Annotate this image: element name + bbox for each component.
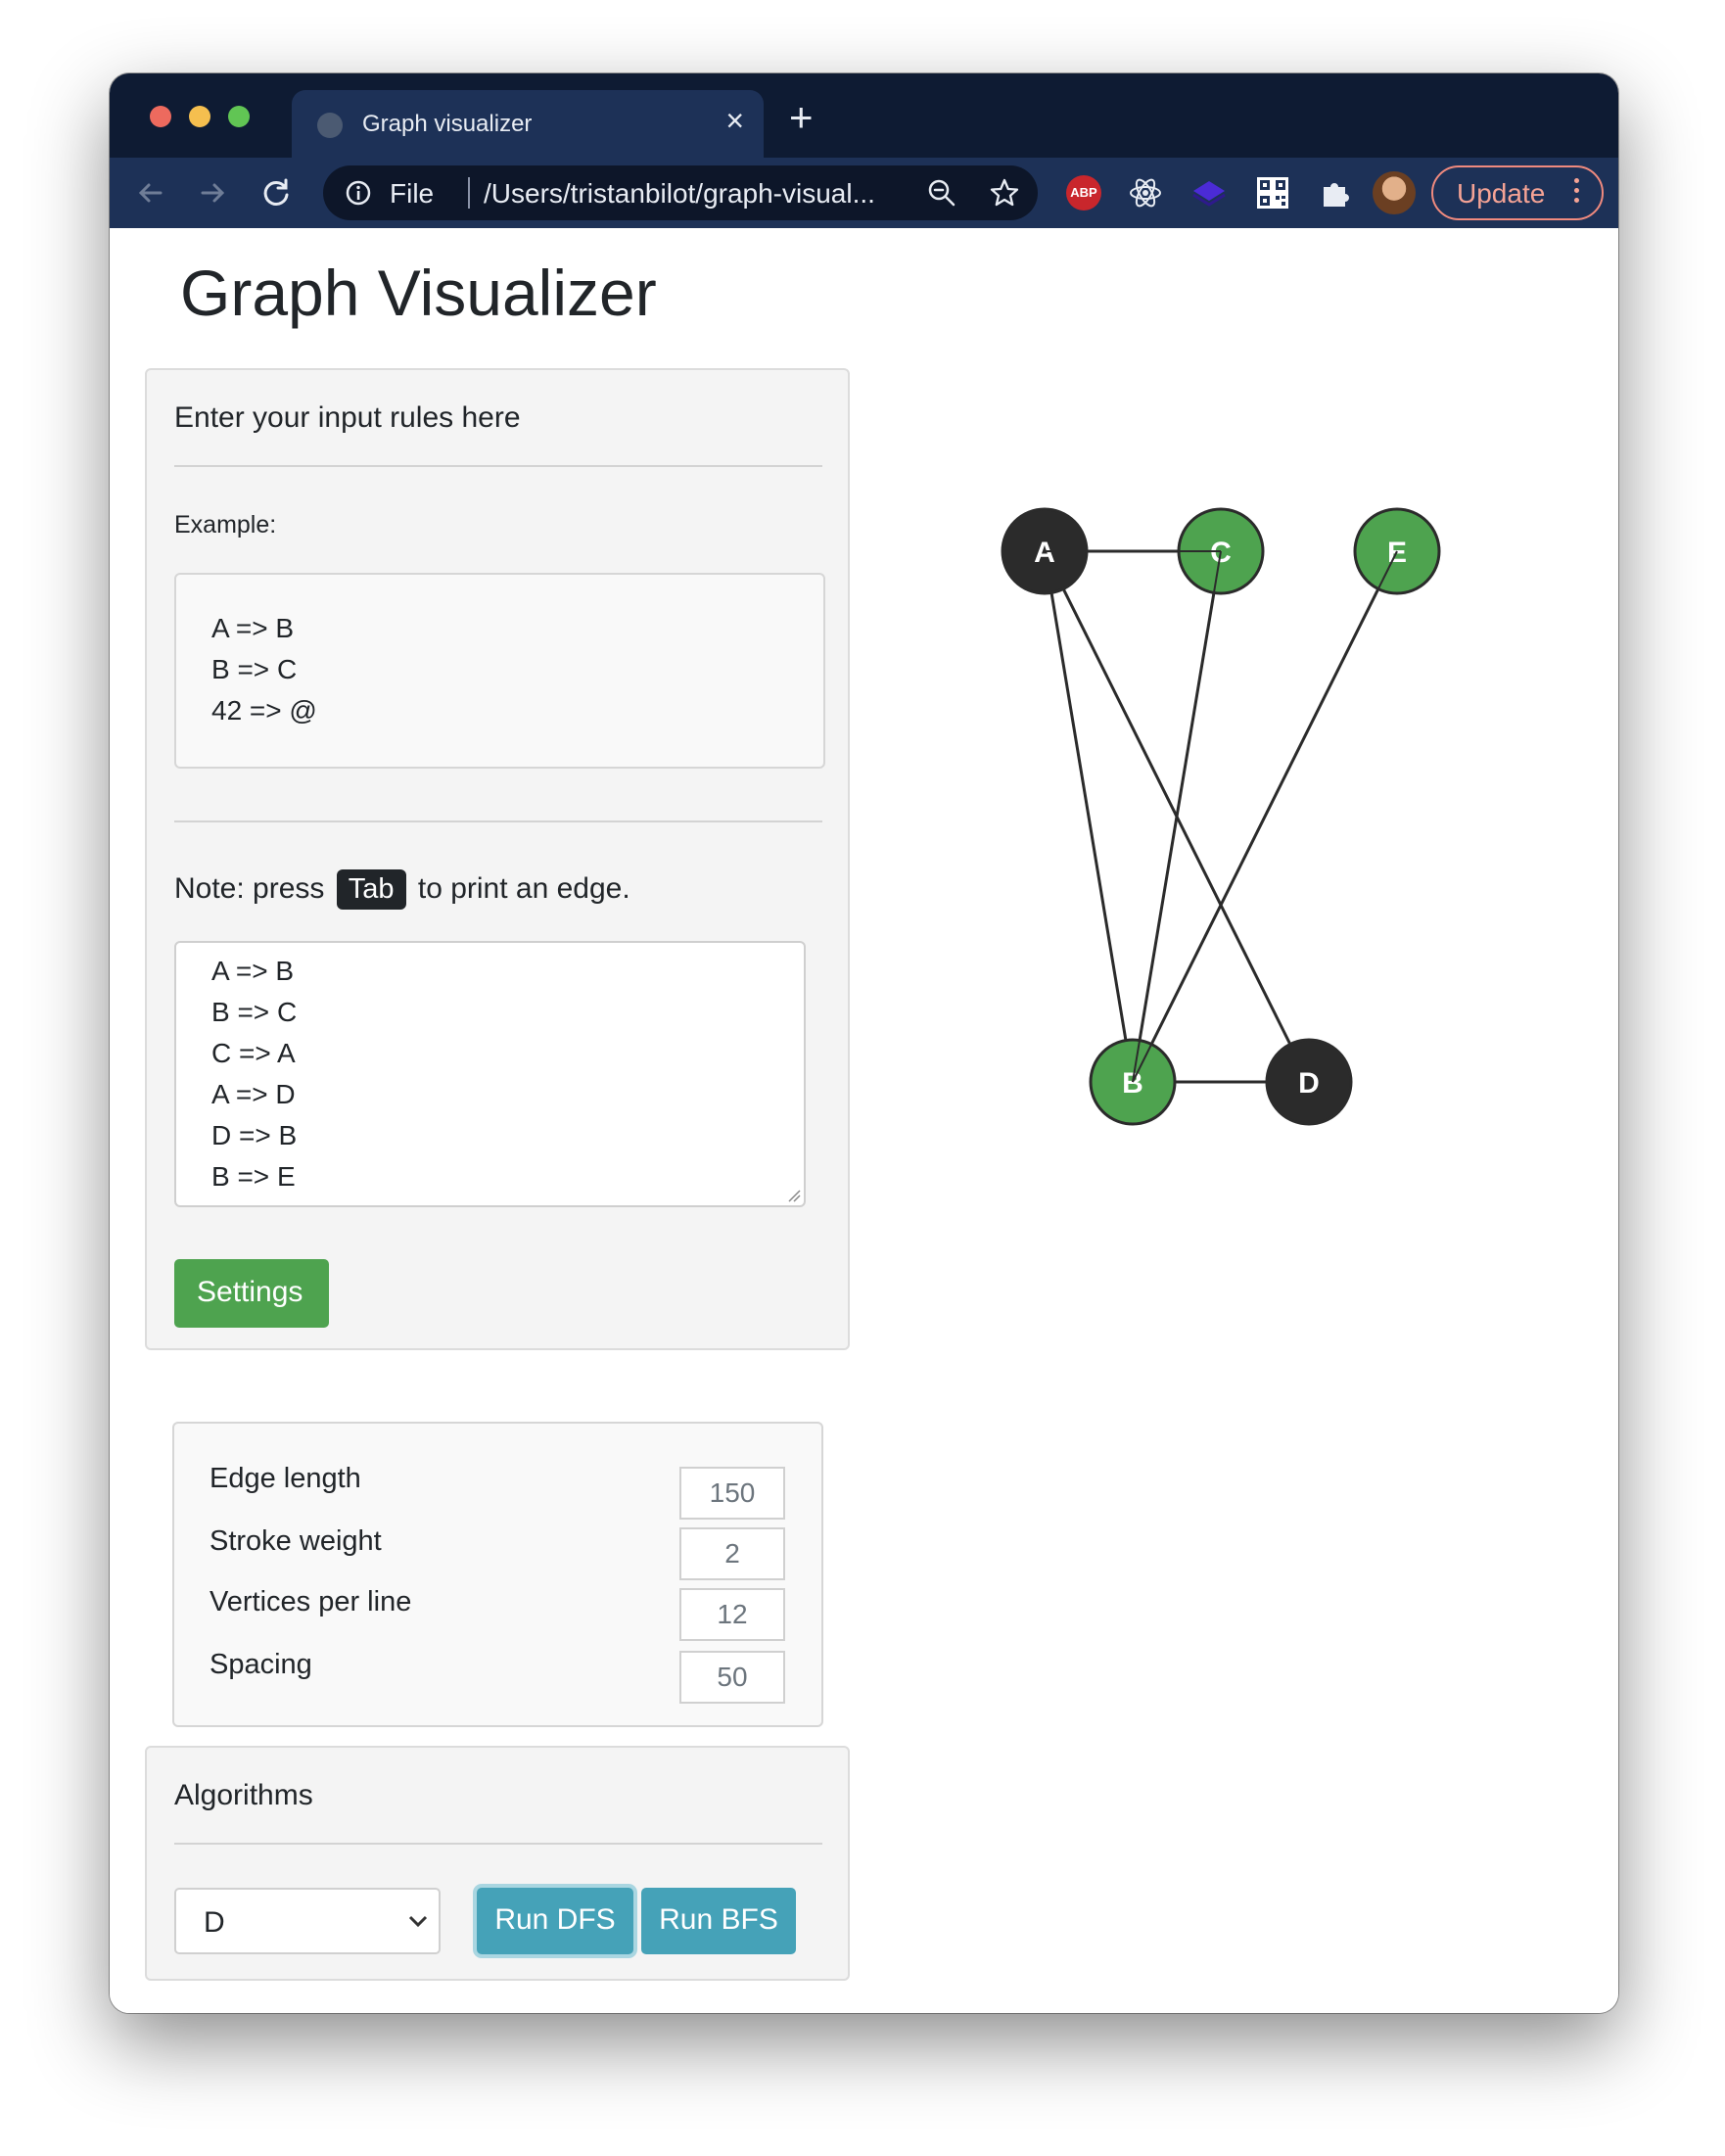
graph-edge-overlay: [1132, 550, 1398, 1083]
update-label: Update: [1457, 178, 1546, 209]
minimize-window-button[interactable]: [189, 106, 210, 127]
page-viewport: Graph Visualizer Enter your input rules …: [110, 228, 1618, 2013]
spacing-label: Spacing: [210, 1649, 312, 1680]
browser-window: Graph visualizer × + File /Users/tristan…: [110, 73, 1618, 2013]
graph-node-label: D: [1298, 1067, 1320, 1100]
edge-length-label: Edge length: [210, 1463, 361, 1494]
run-dfs-button[interactable]: Run DFS: [477, 1888, 633, 1954]
graph-edge-overlay: [1132, 550, 1222, 1083]
extensions-puzzle-icon[interactable]: [1318, 175, 1353, 211]
back-arrow-icon[interactable]: [131, 173, 170, 212]
algorithms-heading: Algorithms: [174, 1779, 313, 1811]
stroke-weight-input[interactable]: 2: [679, 1527, 785, 1580]
vertices-per-line-input[interactable]: 12: [679, 1588, 785, 1641]
close-window-button[interactable]: [150, 106, 171, 127]
graph-edge-a-b: [1043, 550, 1135, 1083]
address-url[interactable]: /Users/tristanbilot/graph-visual...: [484, 178, 875, 210]
graph-canvas: A C EB D: [1001, 507, 1441, 1126]
vertices-per-line-label: Vertices per line: [210, 1586, 412, 1617]
layers-extension-icon[interactable]: [1190, 175, 1228, 211]
address-scheme: File: [390, 178, 435, 209]
forward-arrow-icon[interactable]: [193, 173, 232, 212]
new-tab-button[interactable]: +: [789, 97, 814, 138]
zoom-out-icon[interactable]: [927, 178, 956, 208]
bookmark-star-icon[interactable]: [989, 177, 1020, 209]
title-bar: Graph visualizer × +: [110, 73, 1618, 158]
update-button[interactable]: Update: [1431, 165, 1604, 220]
settings-panel: Edge length 150 Stroke weight 2 Vertices…: [172, 1422, 823, 1727]
globe-icon: [317, 113, 343, 138]
tab-title: Graph visualizer: [362, 111, 533, 137]
qr-code-icon[interactable]: [1255, 175, 1290, 211]
adblock-extension-icon[interactable]: ABP: [1066, 175, 1101, 211]
selected-vertex: D: [204, 1906, 225, 1939]
tab-close-icon[interactable]: ×: [725, 105, 744, 136]
divider: [174, 1843, 822, 1845]
chevron-down-icon: [408, 1915, 428, 1928]
reload-icon[interactable]: [256, 173, 296, 212]
address-bar[interactable]: File /Users/tristanbilot/graph-visual...: [323, 165, 1038, 220]
address-divider: [468, 177, 470, 209]
stroke-weight-label: Stroke weight: [210, 1525, 382, 1557]
profile-avatar[interactable]: [1373, 171, 1416, 214]
maximize-window-button[interactable]: [228, 106, 250, 127]
edge-length-input[interactable]: 150: [679, 1467, 785, 1520]
react-devtools-icon[interactable]: [1128, 175, 1163, 211]
spacing-input[interactable]: 50: [679, 1651, 785, 1704]
run-bfs-button[interactable]: Run BFS: [641, 1888, 796, 1954]
graph-node-label: B: [1122, 1067, 1143, 1100]
browser-toolbar: File /Users/tristanbilot/graph-visual...…: [110, 158, 1618, 228]
browser-tab[interactable]: Graph visualizer ×: [292, 90, 764, 158]
more-vertical-icon[interactable]: [1574, 178, 1580, 208]
graph-node-label: A: [1034, 537, 1055, 569]
start-vertex-select[interactable]: D: [174, 1888, 441, 1954]
info-icon[interactable]: [345, 179, 372, 207]
algorithms-card: Algorithms D Run DFS Run BFS: [145, 1746, 850, 1981]
